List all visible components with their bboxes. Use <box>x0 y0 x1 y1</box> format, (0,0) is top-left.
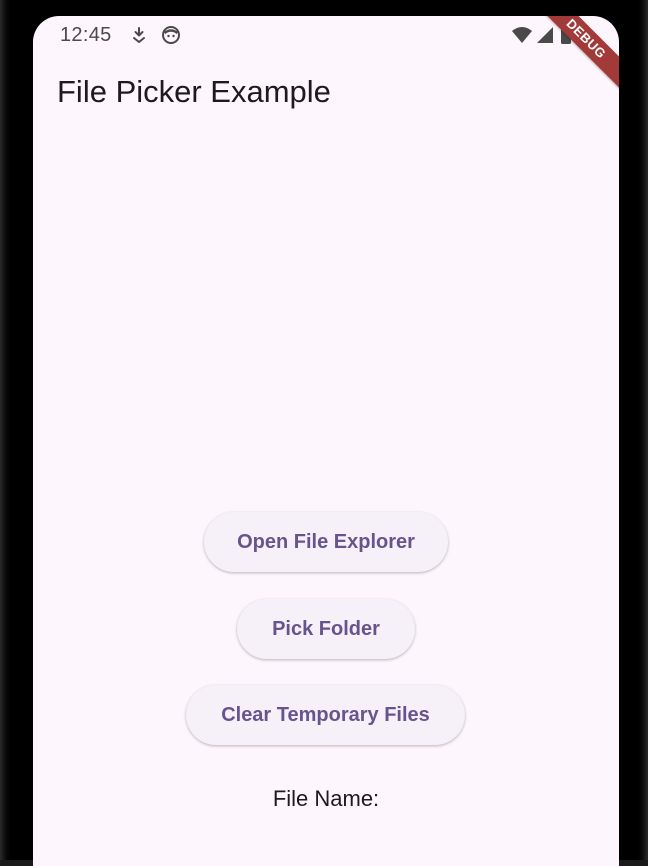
clear-temporary-files-button[interactable]: Clear Temporary Files <box>186 685 465 745</box>
download-icon <box>129 25 149 45</box>
page-title: File Picker Example <box>57 74 331 109</box>
app-screen: 12:45 DEBUG File Picker Example Open Fil… <box>33 16 619 866</box>
face-icon <box>161 25 181 45</box>
pick-folder-button[interactable]: Pick Folder <box>237 599 415 659</box>
status-bar: 12:45 <box>33 16 619 56</box>
device-frame: 12:45 DEBUG File Picker Example Open Fil… <box>0 0 648 866</box>
open-file-explorer-button[interactable]: Open File Explorer <box>204 512 448 572</box>
cell-signal-icon <box>535 25 555 45</box>
status-time: 12:45 <box>60 24 112 46</box>
file-name-label: File Name: <box>272 786 380 811</box>
wifi-icon <box>511 25 533 45</box>
